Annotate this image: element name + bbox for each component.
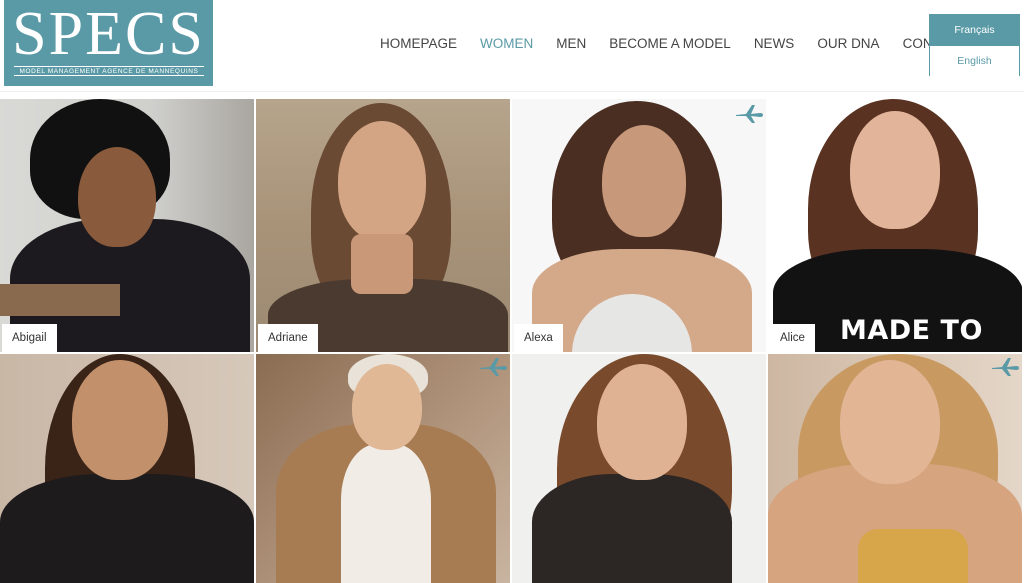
nav-news[interactable]: NEWS [754, 36, 795, 51]
logo-tagline: MODEL MANAGEMENT AGENCE DE MANNEQUINS [14, 66, 204, 76]
specs-logo[interactable]: SPECS MODEL MANAGEMENT AGENCE DE MANNEQU… [4, 0, 213, 86]
model-photo [0, 354, 254, 583]
language-french-button[interactable]: Français [930, 15, 1019, 46]
model-photo [256, 99, 510, 352]
model-photo [512, 354, 766, 583]
model-photo [0, 99, 254, 352]
model-card-alice[interactable]: MADE TO Alice [768, 99, 1022, 352]
model-card-adriane[interactable]: Adriane [256, 99, 510, 352]
model-photo [256, 354, 510, 583]
model-card[interactable] [768, 354, 1022, 583]
model-card-alexa[interactable]: Alexa [512, 99, 766, 352]
airplane-icon [990, 356, 1020, 378]
model-card-abigail[interactable]: Abigail [0, 99, 254, 352]
model-photo: MADE TO [768, 99, 1022, 352]
site-header: SPECS MODEL MANAGEMENT AGENCE DE MANNEQU… [0, 0, 1024, 92]
model-name-label: Abigail [2, 324, 57, 352]
model-name-label: Adriane [258, 324, 318, 352]
logo-wordmark: SPECS [12, 0, 205, 68]
language-english-button[interactable]: English [930, 46, 1019, 76]
language-switcher: Français English [929, 14, 1020, 76]
model-card[interactable] [256, 354, 510, 583]
model-photo [512, 99, 766, 352]
airplane-icon [734, 103, 764, 125]
airplane-icon [478, 356, 508, 378]
nav-homepage[interactable]: HOMEPAGE [380, 36, 457, 51]
shirt-text: MADE TO [840, 315, 983, 346]
nav-women[interactable]: WOMEN [480, 36, 533, 51]
model-name-label: Alexa [514, 324, 563, 352]
nav-men[interactable]: MEN [556, 36, 586, 51]
model-card[interactable] [512, 354, 766, 583]
model-name-label: Alice [770, 324, 815, 352]
nav-become-a-model[interactable]: BECOME A MODEL [609, 36, 731, 51]
model-card[interactable] [0, 354, 254, 583]
model-grid: Abigail Adriane Alexa MADE TO Alice [0, 99, 1024, 583]
main-nav: HOMEPAGE WOMEN MEN BECOME A MODEL NEWS O… [380, 36, 990, 51]
nav-our-dna[interactable]: OUR DNA [817, 36, 879, 51]
model-photo [768, 354, 1022, 583]
